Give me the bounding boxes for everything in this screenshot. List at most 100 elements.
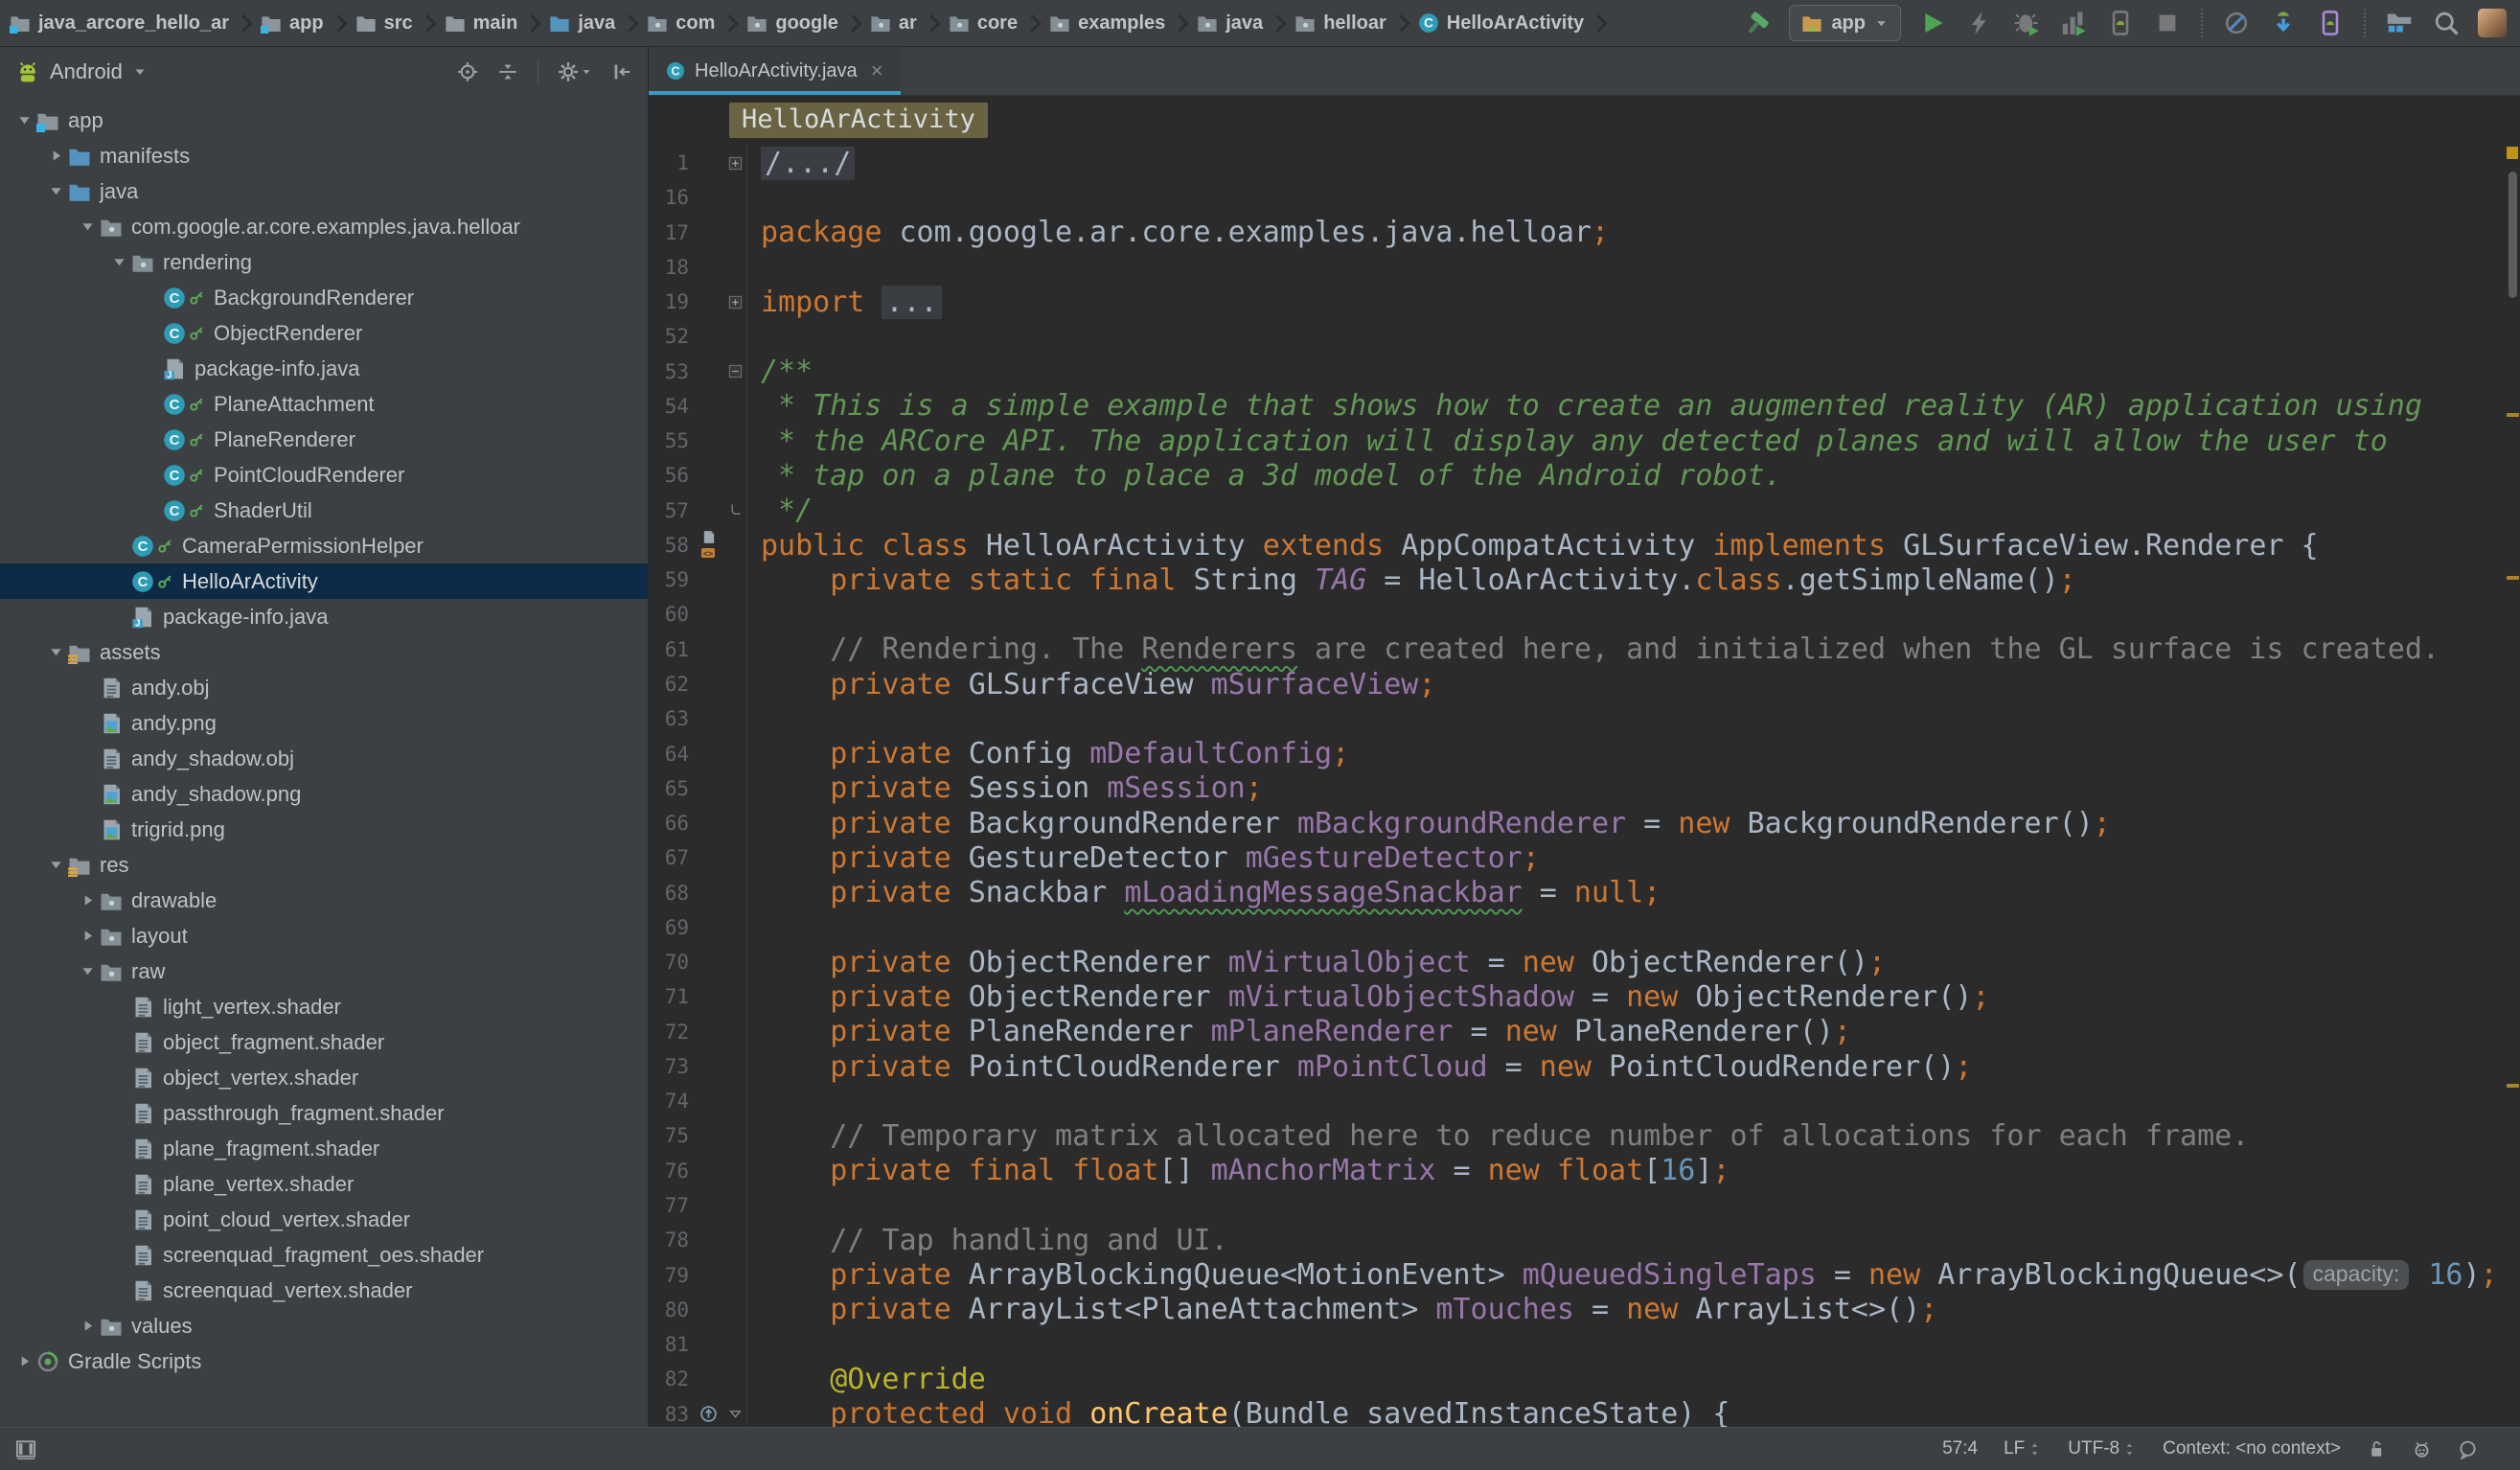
code-line-61[interactable]: 61 // Rendering. The Renderers are creat… [649, 632, 2520, 667]
line-ending-selector[interactable]: LF [2004, 1438, 2042, 1459]
tree-expander[interactable] [43, 173, 68, 209]
breadcrumb-item-core[interactable]: core [949, 12, 1018, 34]
code-line-79[interactable]: 79 private ArrayBlockingQueue<MotionEven… [649, 1258, 2520, 1293]
fold-marker[interactable] [723, 285, 746, 319]
code-line-16[interactable]: 16 [649, 180, 2520, 215]
fold-marker[interactable] [723, 355, 746, 389]
collapse-all-button[interactable] [497, 61, 518, 82]
tree-item-values[interactable]: values [0, 1308, 648, 1344]
breadcrumb-item-java[interactable]: java [549, 12, 615, 34]
tree-item-andy_shadow.png[interactable]: andy_shadow.png [0, 776, 648, 812]
tree-item-andy_shadow.obj[interactable]: andy_shadow.obj [0, 741, 648, 776]
tree-item-BackgroundRenderer[interactable]: CBackgroundRenderer [0, 280, 648, 315]
code-line-73[interactable]: 73 private PointCloudRenderer mPointClou… [649, 1049, 2520, 1084]
tree-item-screenquad_vertex.shader[interactable]: screenquad_vertex.shader [0, 1273, 648, 1308]
apply-changes-button[interactable] [1964, 8, 1995, 38]
encoding-selector[interactable]: UTF-8 [2068, 1438, 2137, 1459]
tree-expander[interactable] [43, 138, 68, 173]
run-configuration-combo[interactable]: app [1789, 5, 1901, 41]
chevron-down-icon[interactable] [132, 64, 148, 80]
breadcrumb-item-HelloArActivity[interactable]: CHelloArActivity [1418, 12, 1584, 34]
tree-item-PlaneRenderer[interactable]: CPlaneRenderer [0, 422, 648, 457]
tree-item-object_vertex.shader[interactable]: object_vertex.shader [0, 1060, 648, 1095]
tree-expander[interactable] [43, 634, 68, 670]
tree-item-rendering[interactable]: rendering [0, 244, 648, 280]
tree-item-plane_vertex.shader[interactable]: plane_vertex.shader [0, 1166, 648, 1202]
avd-manager-button[interactable] [2315, 8, 2346, 38]
context-indicator[interactable]: Context: <no context> [2163, 1438, 2341, 1459]
code-line-68[interactable]: 68 private Snackbar mLoadingMessageSnack… [649, 876, 2520, 910]
code-line-18[interactable]: 18 [649, 250, 2520, 285]
project-structure-button[interactable] [2384, 8, 2415, 38]
tree-item-CameraPermissionHelper[interactable]: CCameraPermissionHelper [0, 528, 648, 563]
code-line-74[interactable]: 74 [649, 1084, 2520, 1118]
code-line-75[interactable]: 75 // Temporary matrix allocated here to… [649, 1118, 2520, 1153]
code-line-65[interactable]: 65 private Session mSession; [649, 771, 2520, 806]
breadcrumb-item-helloar[interactable]: helloar [1294, 12, 1386, 34]
tree-item-screenquad_fragment_oes.shader[interactable]: screenquad_fragment_oes.shader [0, 1237, 648, 1273]
tree-expander[interactable] [75, 883, 100, 918]
code-line-59[interactable]: 59 private static final String TAG = Hel… [649, 563, 2520, 597]
sdk-manager-button[interactable] [2268, 8, 2299, 38]
breadcrumb-item-com[interactable]: com [647, 12, 715, 34]
tree-item-ShaderUtil[interactable]: CShaderUtil [0, 493, 648, 528]
tree-item-drawable[interactable]: drawable [0, 883, 648, 918]
close-icon[interactable]: × [871, 60, 883, 81]
analysis-indicator[interactable] [2507, 147, 2518, 159]
tree-item-light_vertex.shader[interactable]: light_vertex.shader [0, 989, 648, 1024]
tree-item-manifests[interactable]: manifests [0, 138, 648, 173]
toolwindow-toggle-icon[interactable] [15, 1438, 36, 1459]
tree-expander[interactable] [75, 209, 100, 244]
lock-icon[interactable] [2367, 1439, 2386, 1459]
build-hammer[interactable] [1742, 8, 1773, 38]
fold-marker[interactable] [723, 146, 746, 180]
tree-item-andy.png[interactable]: andy.png [0, 705, 648, 741]
settings-button[interactable] [558, 61, 592, 82]
breadcrumb-item-main[interactable]: main [445, 12, 518, 34]
fold-marker[interactable] [723, 494, 746, 528]
tree-item-PlaneAttachment[interactable]: CPlaneAttachment [0, 386, 648, 422]
breadcrumb-item-ar[interactable]: ar [870, 12, 917, 34]
tree-item-plane_fragment.shader[interactable]: plane_fragment.shader [0, 1131, 648, 1166]
code-line-71[interactable]: 71 private ObjectRenderer mVirtualObject… [649, 979, 2520, 1014]
code-line-52[interactable]: 52 [649, 319, 2520, 354]
caret-position[interactable]: 57:4 [1942, 1438, 1978, 1459]
breadcrumb-item-java[interactable]: java [1197, 12, 1263, 34]
tree-item-andy.obj[interactable]: andy.obj [0, 670, 648, 705]
code-line-64[interactable]: 64 private Config mDefaultConfig; [649, 737, 2520, 771]
tree-item-passthrough_fragment.shader[interactable]: passthrough_fragment.shader [0, 1095, 648, 1131]
code-line-67[interactable]: 67 private GestureDetector mGestureDetec… [649, 840, 2520, 875]
tree-item-raw[interactable]: raw [0, 953, 648, 989]
tree-expander[interactable] [11, 1344, 36, 1379]
code-line-82[interactable]: 82 @Override [649, 1362, 2520, 1396]
tree-expander[interactable] [75, 953, 100, 989]
breadcrumb-item-google[interactable]: google [746, 12, 838, 34]
code-line-55[interactable]: 55 * the ARCore API. The application wil… [649, 424, 2520, 458]
tree-item-java[interactable]: java [0, 173, 648, 209]
breadcrumb-item-app[interactable]: app [261, 12, 324, 34]
debug-button[interactable] [2011, 8, 2042, 38]
tree-item-package-info.java[interactable]: Jpackage-info.java [0, 599, 648, 634]
search-everywhere-button[interactable] [2431, 8, 2462, 38]
scrollbar-thumb[interactable] [2509, 172, 2517, 298]
code-line-77[interactable]: 77 [649, 1188, 2520, 1223]
code-line-83[interactable]: 83 protected void onCreate(Bundle savedI… [649, 1397, 2520, 1427]
user-avatar[interactable] [2478, 9, 2507, 37]
code-line-53[interactable]: 53/** [649, 355, 2520, 389]
tree-expander[interactable] [75, 918, 100, 953]
code-line-1[interactable]: 1/.../ [649, 146, 2520, 180]
tree-item-ObjectRenderer[interactable]: CObjectRenderer [0, 315, 648, 351]
code-line-66[interactable]: 66 private BackgroundRenderer mBackgroun… [649, 806, 2520, 840]
breadcrumb-item-src[interactable]: src [355, 12, 413, 34]
tree-expander[interactable] [106, 244, 131, 280]
code-line-57[interactable]: 57 */ [649, 494, 2520, 528]
tree-item-object_fragment.shader[interactable]: object_fragment.shader [0, 1024, 648, 1060]
gutter-icons[interactable] [693, 1397, 723, 1427]
event-log-icon[interactable] [2458, 1439, 2478, 1459]
code-line-54[interactable]: 54 * This is a simple example that shows… [649, 389, 2520, 424]
code-line-19[interactable]: 19import ... [649, 285, 2520, 319]
code-line-17[interactable]: 17package com.google.ar.core.examples.ja… [649, 216, 2520, 250]
project-view-selector[interactable]: Android [50, 59, 123, 84]
code-line-56[interactable]: 56 * tap on a plane to place a 3d model … [649, 458, 2520, 493]
breadcrumb-item-java_arcore_hello_ar[interactable]: java_arcore_hello_ar [10, 12, 229, 34]
